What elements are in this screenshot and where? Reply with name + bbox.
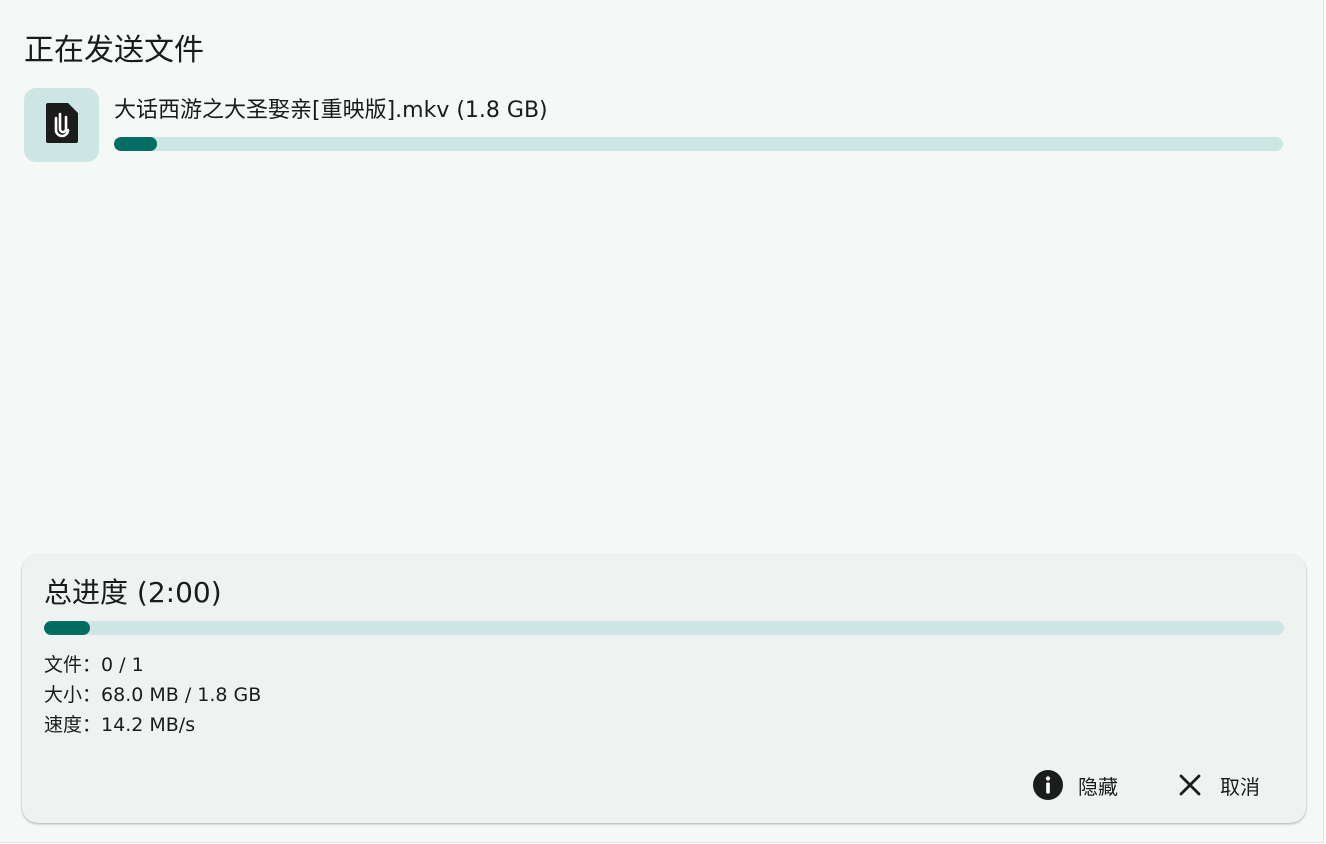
cancel-button[interactable]: 取消 (1168, 765, 1266, 805)
file-name: 大话西游之大圣娶亲[重映版].mkv (1.8 GB) (114, 98, 548, 123)
total-progress-card: 总进度 (2:00) 文件：0 / 1 大小：68.0 MB / 1.8 GB … (22, 555, 1306, 823)
speed-stat-value: 14.2 MB/s (101, 714, 196, 736)
hide-button[interactable]: 隐藏 (1026, 765, 1124, 805)
hide-button-label: 隐藏 (1078, 774, 1118, 799)
files-stat-label: 文件： (44, 654, 102, 676)
speed-stat-label: 速度： (44, 714, 102, 736)
dialog-actions: 隐藏 取消 (1026, 765, 1266, 805)
speed-stat: 速度：14.2 MB/s (44, 712, 195, 738)
file-list-item: 大话西游之大圣娶亲[重映版].mkv (1.8 GB) (24, 88, 1284, 162)
file-thumbnail (24, 88, 99, 162)
file-progress-bar (114, 137, 1283, 151)
total-progress-bar (44, 621, 1284, 635)
size-stat-label: 大小： (44, 684, 102, 706)
file-progress-fill (114, 137, 158, 151)
attach-file-icon (45, 103, 78, 147)
cancel-button-label: 取消 (1220, 774, 1260, 799)
files-stat-value: 0 / 1 (101, 654, 144, 676)
total-progress-title: 总进度 (2:00) (44, 576, 222, 609)
close-icon (1174, 769, 1206, 801)
files-stat: 文件：0 / 1 (44, 652, 144, 678)
info-icon (1032, 769, 1064, 801)
page-title: 正在发送文件 (24, 33, 204, 68)
total-progress-fill (44, 621, 90, 635)
send-files-dialog: 正在发送文件 大话西游之大圣娶亲[重映版].mkv (1.8 GB) 总进度 (… (0, 0, 1324, 843)
size-stat-value: 68.0 MB / 1.8 GB (101, 684, 262, 706)
size-stat: 大小：68.0 MB / 1.8 GB (44, 682, 261, 708)
